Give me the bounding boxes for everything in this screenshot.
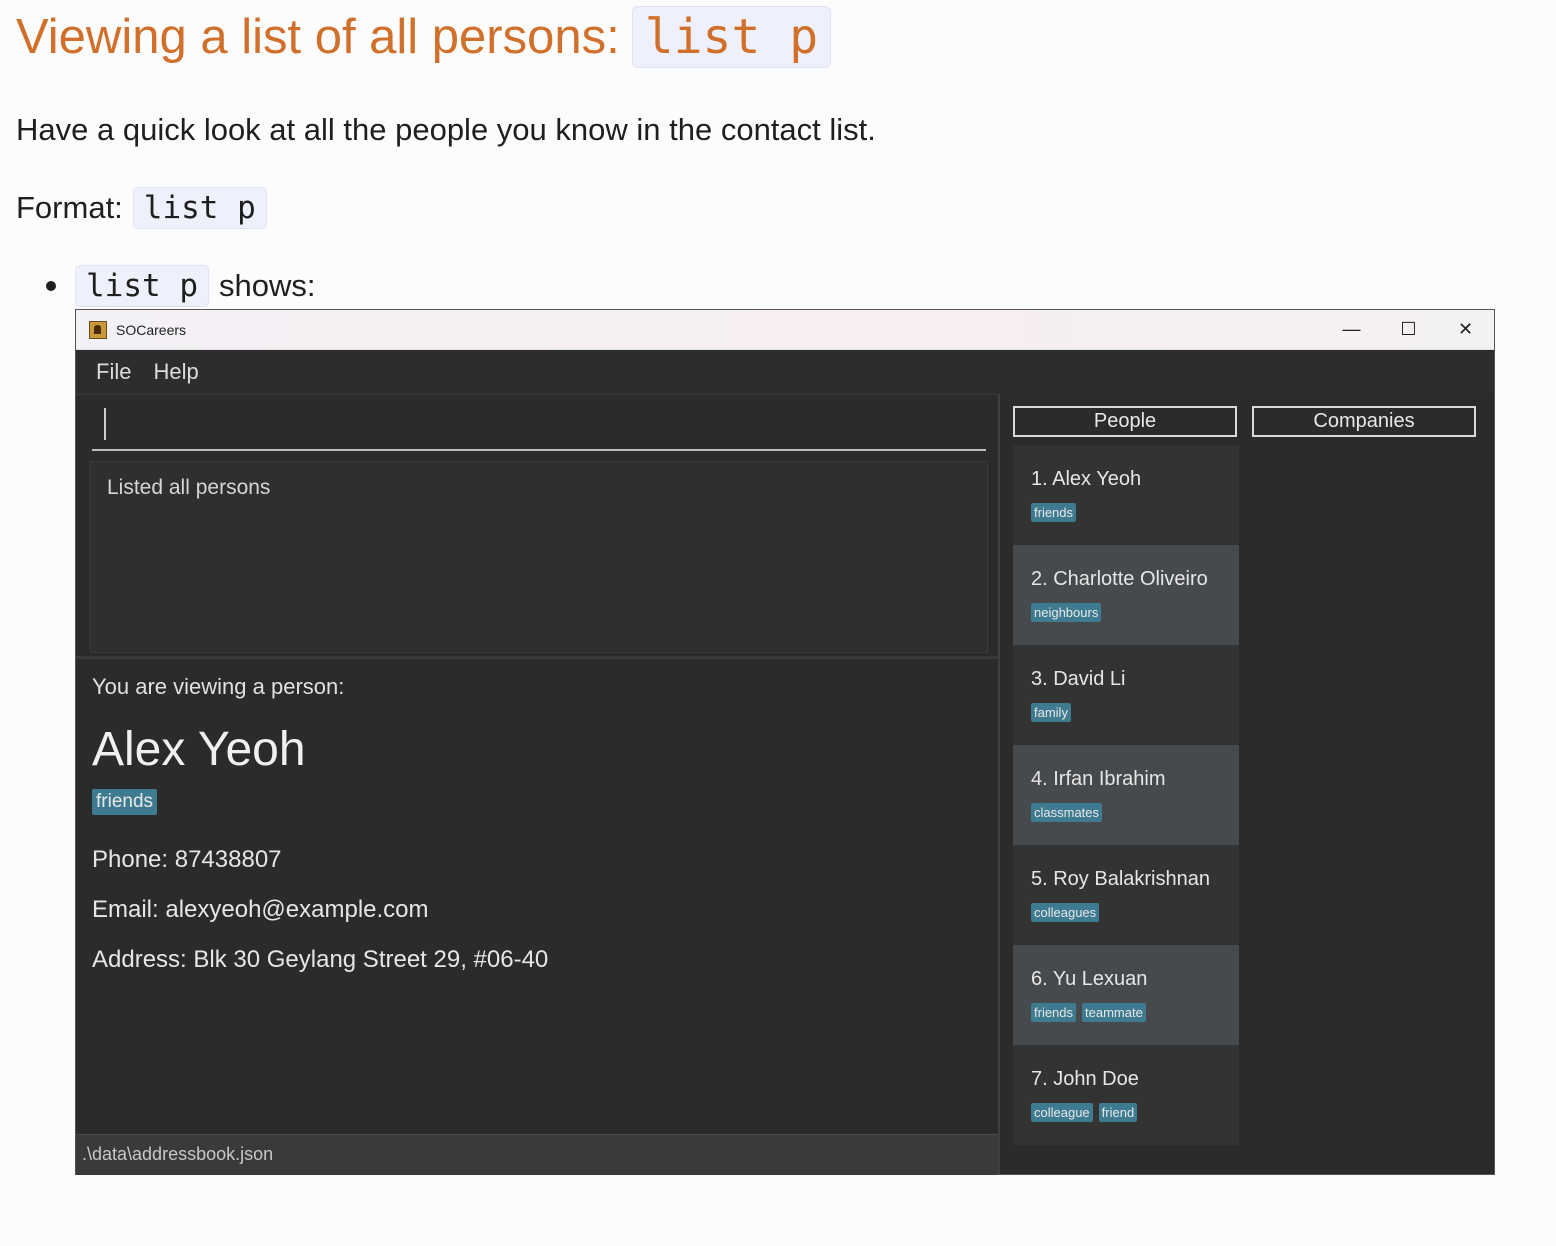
- person-card[interactable]: 5. Roy Balakrishnan colleagues: [1013, 845, 1239, 945]
- panel-divider: [76, 656, 998, 659]
- status-bar: .\data\addressbook.json: [76, 1134, 998, 1175]
- format-row: Format: list p: [16, 187, 267, 229]
- right-panel: People Companies 1. Alex Yeoh friends 2. C…: [1000, 394, 1494, 1174]
- person-phone: Phone: 87438807: [92, 846, 282, 873]
- person-detail: You are viewing a person: Alex Yeoh frie…: [92, 674, 548, 985]
- heading-code: list p: [631, 6, 832, 68]
- menu-bar: File Help: [76, 350, 1494, 395]
- menu-help[interactable]: Help: [153, 359, 198, 385]
- person-card-tags: neighbours: [1031, 603, 1107, 622]
- format-label: Format:: [16, 190, 123, 225]
- window-title: SOCareers: [116, 321, 187, 338]
- person-card-name: 4. Irfan Ibrahim: [1031, 768, 1166, 790]
- bullet-dot: [46, 281, 56, 291]
- text-caret: [104, 408, 106, 440]
- person-card-tag: neighbours: [1031, 603, 1102, 622]
- person-address: Address: Blk 30 Geylang Street 29, #06-4…: [92, 946, 549, 973]
- result-text: Listed all persons: [107, 476, 271, 499]
- person-card-tags: colleague friend: [1031, 1103, 1143, 1122]
- result-display: Listed all persons: [90, 461, 988, 653]
- person-card-name: 1. Alex Yeoh: [1031, 468, 1142, 490]
- person-card[interactable]: 6. Yu Lexuan friends teammate: [1013, 945, 1239, 1045]
- minimize-button[interactable]: —: [1323, 310, 1380, 349]
- format-code: list p: [132, 187, 267, 229]
- person-card-tag: teammate: [1082, 1003, 1146, 1022]
- person-card-tags: colleagues: [1031, 903, 1105, 922]
- person-card-tag: friend: [1098, 1103, 1138, 1122]
- viewing-label: You are viewing a person:: [92, 674, 345, 699]
- person-email: Email: alexyeoh@example.com: [92, 896, 429, 923]
- person-card-tag: classmates: [1031, 803, 1103, 822]
- person-card-name: 7. John Doe: [1031, 1068, 1139, 1090]
- menu-file[interactable]: File: [96, 359, 131, 385]
- bullet-text: shows:: [218, 268, 316, 303]
- close-button[interactable]: ✕: [1437, 310, 1494, 349]
- person-name: Alex Yeoh: [92, 723, 306, 776]
- person-card-name: 2. Charlotte Oliveiro: [1031, 568, 1208, 590]
- person-card-tag: family: [1031, 703, 1071, 722]
- person-card[interactable]: 4. Irfan Ibrahim classmates: [1013, 745, 1239, 845]
- app-icon: [89, 320, 107, 339]
- person-card[interactable]: 3. David Li family: [1013, 645, 1239, 745]
- tab-companies[interactable]: Companies: [1252, 406, 1476, 437]
- person-card-name: 6. Yu Lexuan: [1031, 968, 1148, 990]
- people-list: 1. Alex Yeoh friends 2. Charlotte Oliveiro…: [1013, 445, 1239, 1145]
- person-card[interactable]: 7. John Doe colleague friend: [1013, 1045, 1239, 1145]
- file-path: .\data\addressbook.json: [82, 1144, 274, 1164]
- bullet-item: list p shows:: [46, 265, 315, 307]
- person-card-tags: classmates: [1031, 803, 1108, 822]
- person-card-name: 5. Roy Balakrishnan: [1031, 868, 1210, 890]
- person-card-tag: friends: [1031, 1003, 1077, 1022]
- maximize-button[interactable]: ☐: [1380, 310, 1437, 349]
- person-card-tags: friends teammate: [1031, 1003, 1152, 1022]
- person-card-tag: colleagues: [1031, 903, 1100, 922]
- person-card-name: 3. David Li: [1031, 668, 1126, 690]
- doc-heading: Viewing a list of all persons: list p: [16, 6, 832, 68]
- person-card-tag: colleague: [1031, 1103, 1093, 1122]
- heading-text: Viewing a list of all persons:: [16, 10, 620, 64]
- app-window: SOCareers — ☐ ✕ File Help Listed all per…: [75, 309, 1495, 1175]
- person-card-tag: friends: [1031, 503, 1077, 522]
- left-panel: Listed all persons You are viewing a per…: [76, 394, 998, 1175]
- description: Have a quick look at all the people you …: [16, 112, 876, 147]
- tab-people[interactable]: People: [1013, 406, 1237, 437]
- person-card-tags: friends: [1031, 503, 1082, 522]
- command-input[interactable]: [92, 406, 986, 451]
- person-tag: friends: [92, 789, 158, 815]
- person-card-tags: family: [1031, 703, 1077, 722]
- title-bar[interactable]: SOCareers — ☐ ✕: [76, 310, 1494, 350]
- bullet-code: list p: [75, 265, 209, 307]
- person-card[interactable]: 2. Charlotte Oliveiro neighbours: [1013, 545, 1239, 645]
- person-card[interactable]: 1. Alex Yeoh friends: [1013, 445, 1239, 545]
